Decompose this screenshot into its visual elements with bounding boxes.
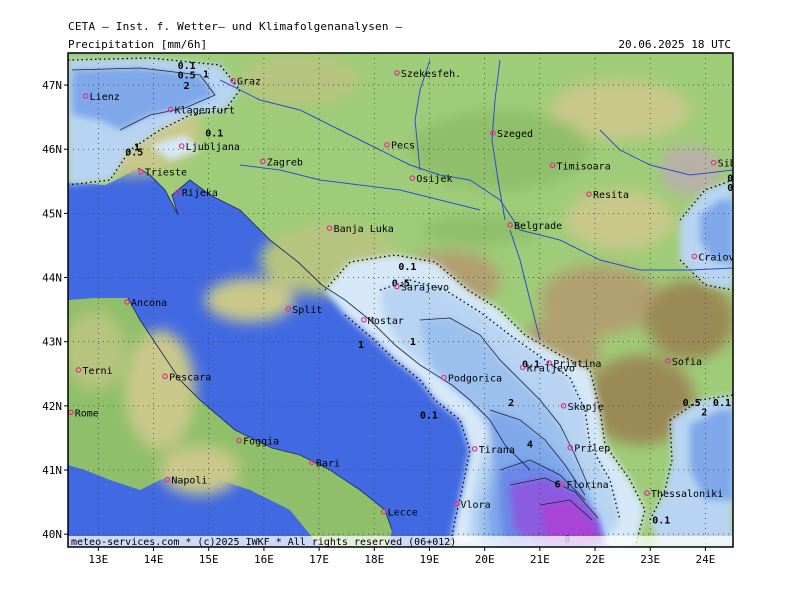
city-label: Craiova <box>698 252 740 263</box>
city-label: Foggia <box>243 437 279 448</box>
city-label: Belgrade <box>514 221 562 232</box>
lon-label: 22E <box>585 553 605 566</box>
lon-label: 14E <box>144 553 164 566</box>
contour-label: 1 <box>410 337 416 348</box>
lon-label: 24E <box>695 553 715 566</box>
city-label: Lienz <box>90 92 120 103</box>
lat-label: 44N <box>42 272 62 285</box>
lat-label: 42N <box>42 400 62 413</box>
city-label: Rijeka <box>182 188 218 199</box>
lat-label: 46N <box>42 143 62 156</box>
city-label: Podgorica <box>448 374 502 385</box>
contour-label: 4 <box>527 440 533 451</box>
city-label: Ljubljana <box>186 142 240 153</box>
city-label: Timisoara <box>557 161 611 172</box>
city-label: Sarajevo <box>401 283 449 294</box>
city-label: Resita <box>593 190 629 201</box>
city-label: Thessaloniki <box>651 489 723 500</box>
lon-label: 19E <box>420 553 440 566</box>
map-content: 0.10.5120.110.50.10.5110.120.14680.520.1… <box>68 53 740 547</box>
city-label: Klagenfurt <box>175 105 235 116</box>
city-label: Napoli <box>171 476 207 487</box>
contour-label: 1 <box>203 69 209 80</box>
city-label: Tirana <box>479 445 515 456</box>
lon-label: 20E <box>475 553 495 566</box>
lon-label: 21E <box>530 553 550 566</box>
contour-label: 6 <box>554 479 560 490</box>
city-label: Split <box>292 305 322 316</box>
contour-label: 0.5 <box>683 398 701 409</box>
lat-label: 43N <box>42 336 62 349</box>
contour-label: 0.1 <box>205 128 223 139</box>
contour-label: 2 <box>701 407 707 418</box>
city-label: Banja Luka <box>334 224 394 235</box>
city-label: Kraljevo <box>527 363 575 374</box>
lon-label: 16E <box>254 553 274 566</box>
city-label: Sofia <box>672 357 702 368</box>
longitude-labels: 13E 14E 15E 16E 17E 18E 19E 20E 21E 22E 23E 24E <box>88 547 715 566</box>
contour-label: 2 <box>184 81 190 92</box>
lon-label: 18E <box>364 553 384 566</box>
city-label: Osijek <box>416 174 452 185</box>
city-label: Terni <box>82 366 112 377</box>
city-label: Vlora <box>461 500 491 511</box>
precipitation-map: 0.10.5120.110.50.10.5110.120.14680.520.1… <box>42 52 740 566</box>
city-label: Rome <box>75 408 99 419</box>
city-label: Bari <box>316 458 340 469</box>
contour-label: 0.1 <box>652 515 670 526</box>
contour-label: 1 <box>358 340 364 351</box>
lat-label: 41N <box>42 464 62 477</box>
lon-label: 17E <box>309 553 329 566</box>
lon-label: 23E <box>640 553 660 566</box>
city-label: Zagreb <box>267 157 303 168</box>
contour-label: 2 <box>508 398 514 409</box>
city-label: Szekesfeh. <box>401 69 461 80</box>
city-label: Lecce <box>388 508 418 519</box>
lon-label: 13E <box>88 553 108 566</box>
city-label: Trieste <box>145 168 187 179</box>
lon-label: 15E <box>199 553 219 566</box>
contour-label: 0.1 <box>713 398 731 409</box>
city-label: Ancona <box>131 298 167 309</box>
city-label: Prilep <box>574 444 610 455</box>
city-label: Pecs <box>391 141 415 152</box>
city-label: Szeged <box>497 129 533 140</box>
city-label: Graz <box>237 77 261 88</box>
contour-label: 0.1 <box>398 262 416 273</box>
contour-label: 0.1 <box>420 411 438 422</box>
city-label: Pescara <box>169 372 211 383</box>
lat-label: 40N <box>42 528 62 541</box>
city-label: Florina <box>566 480 608 491</box>
lat-label: 45N <box>42 207 62 220</box>
lat-label: 47N <box>42 79 62 92</box>
city-label: Skopje <box>568 402 604 413</box>
latitude-labels: 47N 46N 45N 44N 43N 42N 41N 40N <box>42 79 68 541</box>
contour-label: 0.5 <box>125 148 143 159</box>
city-label: Mostar <box>368 316 404 327</box>
